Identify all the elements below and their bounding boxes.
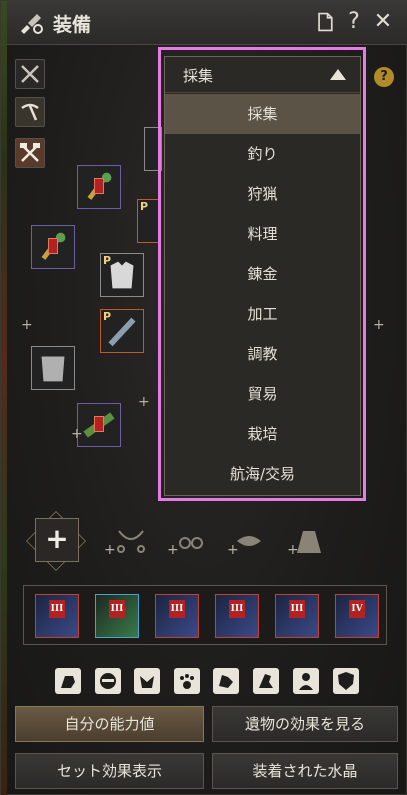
window-title: 装備 [53, 14, 92, 36]
equipment-slot-belt[interactable] [77, 403, 121, 447]
accessory-slot-necklace[interactable] [111, 521, 151, 561]
crossed-tools-icon [20, 143, 40, 162]
pet-ninja-icon[interactable] [95, 668, 121, 694]
equipment-slot-helmet[interactable] [144, 127, 162, 171]
crystal-slot[interactable]: III [275, 594, 319, 638]
pet-armor-icon[interactable] [134, 668, 160, 694]
equipment-slot-ring[interactable] [31, 225, 75, 269]
crystal-tier: III [169, 600, 185, 618]
pickaxe-icon [21, 103, 39, 121]
equipped-crystals-button[interactable]: 装着された水晶 [212, 753, 398, 789]
dropdown-option[interactable]: 料理 [165, 214, 360, 254]
crystal-tier: III [49, 600, 65, 618]
pet-horse-icon[interactable] [253, 668, 279, 694]
combat-equipment-tab[interactable] [15, 59, 45, 89]
equipment-window: 装備 ? ✕ P P P + + + + 採集 採集 釣り 狩猟 料理 錬金 加… [0, 0, 407, 795]
crystal-tier: III [109, 600, 125, 618]
document-icon[interactable] [312, 9, 338, 35]
tools-equipment-tab[interactable] [15, 138, 45, 168]
crystal-tier: III [229, 600, 245, 618]
dropdown-option[interactable]: 採集 [165, 94, 360, 134]
pet-person-icon[interactable] [293, 668, 319, 694]
crystal-tier: IV [349, 600, 365, 618]
equipment-slot-right-armor[interactable] [365, 346, 385, 390]
enhancement-badge [48, 238, 58, 254]
dropdown-option[interactable]: 栽培 [165, 414, 360, 454]
add-slot-icon[interactable]: + [104, 542, 116, 558]
add-accessory-button[interactable]: + [35, 518, 79, 562]
plus-icon: + [45, 522, 69, 555]
crystal-slot[interactable]: IV [335, 594, 379, 638]
add-slot-icon[interactable]: + [227, 542, 239, 558]
dropdown-header[interactable]: 採集 [165, 57, 360, 93]
crossed-swords-icon [21, 65, 39, 83]
life-equipment-tab[interactable] [15, 97, 45, 127]
enhancement-badge [94, 178, 104, 194]
equipment-slot-tool[interactable]: P [100, 309, 144, 353]
dropdown-option[interactable]: 加工 [165, 294, 360, 334]
add-slot-icon[interactable]: + [138, 394, 150, 410]
crystal-slot[interactable]: III [155, 594, 199, 638]
necklace-icon [117, 530, 145, 553]
equipment-slot-earring[interactable] [77, 165, 121, 209]
close-button[interactable]: ✕ [370, 9, 396, 35]
equipment-slot-outfit[interactable]: P [100, 253, 144, 297]
equipment-slot-right-ring[interactable] [365, 225, 385, 269]
equipment-title-icon [17, 9, 45, 37]
add-slot-icon[interactable]: + [167, 542, 179, 558]
crystal-slot-row: III III III III III IV [23, 585, 387, 645]
premium-label: P [103, 254, 112, 267]
add-slot-icon[interactable]: + [373, 317, 385, 333]
crystal-slot[interactable]: III [95, 594, 139, 638]
add-slot-icon[interactable]: + [71, 426, 83, 442]
equipment-slot-partial[interactable]: P [137, 199, 161, 243]
crystal-tier: III [289, 600, 305, 618]
background-strip [1, 1, 7, 795]
view-artifacts-button[interactable]: 遺物の効果を見る [212, 706, 398, 742]
premium-label: P [103, 310, 112, 323]
dropdown-option[interactable]: 狩猟 [165, 174, 360, 214]
crystal-slot[interactable]: III [35, 594, 79, 638]
life-skill-dropdown[interactable]: 採集 採集 釣り 狩猟 料理 錬金 加工 調教 貿易 栽培 航海/交易 [164, 56, 361, 496]
pet-shield-icon[interactable] [333, 668, 359, 694]
dropdown-option[interactable]: 釣り [165, 134, 360, 174]
enhancement-badge [94, 416, 104, 432]
dropdown-option[interactable]: 調教 [165, 334, 360, 374]
titlebar[interactable]: 装備 ? ✕ [7, 1, 407, 45]
equipment-slot-armor[interactable] [31, 346, 75, 390]
premium-label: P [140, 200, 149, 213]
triangle-up-icon [330, 69, 346, 80]
pet-paw-icon[interactable] [174, 668, 200, 694]
help-icon[interactable]: ? [374, 67, 394, 87]
add-slot-icon[interactable]: + [287, 542, 299, 558]
help-button[interactable]: ? [341, 9, 367, 35]
crystal-slot[interactable]: III [215, 594, 259, 638]
pet-dog-icon[interactable] [213, 668, 239, 694]
pet-lion-icon[interactable] [55, 668, 81, 694]
set-effects-button[interactable]: セット効果表示 [15, 753, 204, 789]
dropdown-option[interactable]: 貿易 [165, 374, 360, 414]
add-slot-icon[interactable]: + [21, 317, 33, 333]
dropdown-selected-label: 採集 [183, 67, 214, 85]
dropdown-option[interactable]: 錬金 [165, 254, 360, 294]
dropdown-option[interactable]: 航海/交易 [165, 454, 360, 494]
my-stats-button[interactable]: 自分の能力値 [15, 706, 204, 742]
